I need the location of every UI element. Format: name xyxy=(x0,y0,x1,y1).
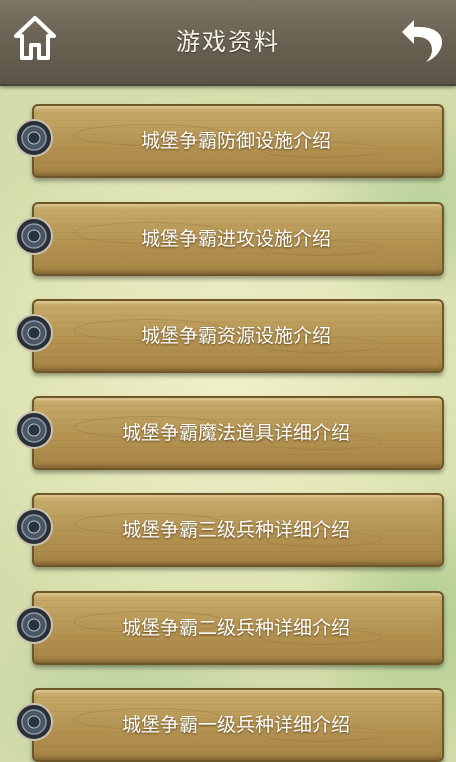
menu-item-label: 城堡争霸魔法道具详细介绍 xyxy=(121,421,350,444)
menu-item-label: 城堡争霸防御设施介绍 xyxy=(140,129,331,152)
menu-item-label: 城堡争霸资源设施介绍 xyxy=(140,324,331,347)
menu-item-label: 城堡争霸三级兵种详细介绍 xyxy=(121,518,350,541)
menu-item-defense[interactable]: 城堡争霸防御设施介绍 xyxy=(14,100,444,178)
menu-item-magic[interactable]: 城堡争霸魔法道具详细介绍 xyxy=(14,392,444,470)
menu-item-label: 城堡争霸一级兵种详细介绍 xyxy=(121,713,350,736)
back-arrow-icon xyxy=(402,20,442,62)
menu-item-tier2[interactable]: 城堡争霸二级兵种详细介绍 xyxy=(14,587,444,665)
menu-item-label: 城堡争霸进攻设施介绍 xyxy=(140,227,331,250)
menu-item-resource[interactable]: 城堡争霸资源设施介绍 xyxy=(14,295,444,373)
menu-item-tier1[interactable]: 城堡争霸一级兵种详细介绍 xyxy=(14,684,444,762)
menu-item-attack[interactable]: 城堡争霸进攻设施介绍 xyxy=(14,198,444,276)
menu-item-label: 城堡争霸二级兵种详细介绍 xyxy=(121,616,350,639)
page-title: 游戏资料 xyxy=(176,28,280,56)
menu-item-tier3[interactable]: 城堡争霸三级兵种详细介绍 xyxy=(14,489,444,567)
top-bar: 游戏资料 xyxy=(0,0,456,86)
back-button[interactable] xyxy=(400,16,444,64)
